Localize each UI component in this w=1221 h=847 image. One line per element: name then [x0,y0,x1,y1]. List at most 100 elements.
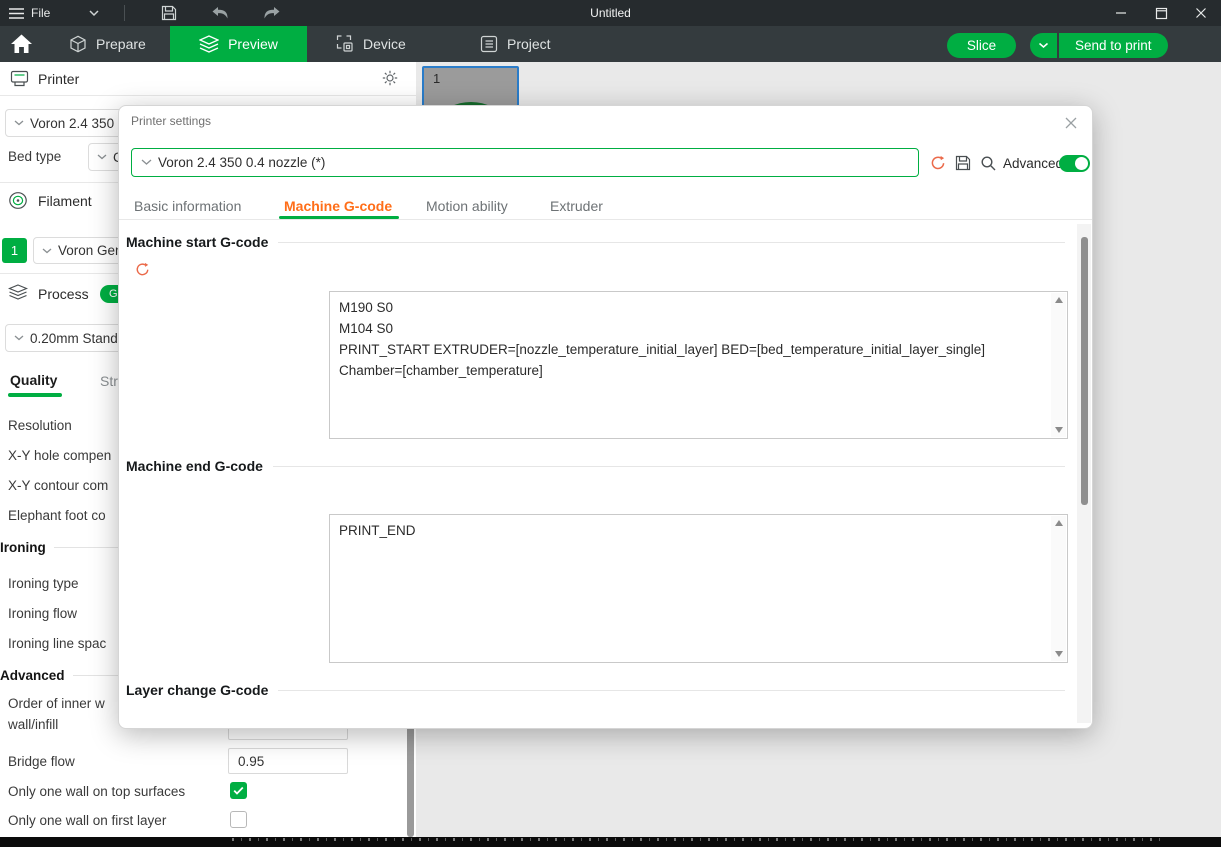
undo-icon[interactable] [199,4,241,22]
param-resolution[interactable]: Resolution [8,418,72,433]
dialog-title: Printer settings [131,114,211,128]
send-options-chevron-icon[interactable] [1030,33,1057,58]
only-one-wall-first-layer-checkbox[interactable] [230,811,247,828]
dialog-scrollbar-track[interactable] [1077,224,1091,723]
dialog-preset-dropdown[interactable]: Voron 2.4 350 0.4 nozzle (*) [131,148,919,177]
maximize-button[interactable] [1141,0,1181,26]
refresh-preset-icon[interactable] [930,155,946,171]
chevron-down-icon [14,120,24,126]
send-to-print-label: Send to print [1075,38,1152,53]
dialog-scrollbar-thumb[interactable] [1081,237,1088,505]
advanced-section-title: Advanced [0,668,65,683]
send-to-print-button[interactable]: Send to print [1059,33,1168,58]
param-xy-hole-compensation[interactable]: X-Y hole compen [8,448,111,463]
quality-tab-underline [8,393,62,397]
param-only-one-wall-first-layer-label: Only one wall on first layer [8,813,166,828]
machine-end-gcode-textarea[interactable]: PRINT_END [330,515,1051,662]
dialog-preset-value: Voron 2.4 350 0.4 nozzle (*) [158,155,325,170]
list-icon [480,35,498,53]
chevron-down-icon [141,159,152,166]
printer-section-title: Printer [38,71,79,87]
dialog-tab-motion-ability[interactable]: Motion ability [426,198,508,214]
navbar: Prepare Preview Device Project Slice [0,26,1221,62]
dialog-tab-basic-information[interactable]: Basic information [134,198,241,214]
param-xy-contour-compensation[interactable]: X-Y contour com [8,478,108,493]
machine-end-gcode-title: Machine end G-code [126,458,263,474]
tab-device[interactable]: Device [322,26,420,62]
section-rule [278,690,1065,691]
section-rule [278,242,1065,243]
scroll-up-icon[interactable] [1055,297,1063,303]
minimize-button[interactable] [1101,0,1141,26]
plate-number: 1 [433,71,440,86]
tab-prepare[interactable]: Prepare [55,26,160,62]
scroll-down-icon[interactable] [1055,427,1063,433]
advanced-toggle[interactable] [1059,155,1090,172]
filament-section-title: Filament [38,193,92,209]
machine-end-gcode-field: PRINT_END [329,514,1068,663]
file-menu-label: File [31,6,50,20]
save-icon[interactable] [149,3,189,23]
param-bridge-flow-label: Bridge flow [8,754,75,769]
redo-icon[interactable] [251,4,293,22]
slice-button-label: Slice [967,38,996,53]
window-controls [1101,0,1221,26]
process-preset-value: 0.20mm Stand [30,331,118,346]
cube-icon [69,35,87,53]
param-ironing-line-spacing[interactable]: Ironing line spac [8,636,106,651]
only-one-wall-top-checkbox[interactable] [230,782,247,799]
tabs-separator [119,219,1092,220]
tab-quality[interactable]: Quality [10,372,57,388]
param-elephant-foot-compensation[interactable]: Elephant foot co [8,508,106,523]
bridge-flow-input[interactable] [228,748,348,774]
gear-icon[interactable] [382,70,398,86]
tab-project[interactable]: Project [466,26,565,62]
tab-preview-label: Preview [228,36,278,52]
filament-slot-badge[interactable]: 1 [2,238,27,263]
bed-type-label: Bed type [8,149,61,164]
printer-icon [10,70,29,87]
ironing-section-title: Ironing [0,540,46,555]
textarea-scrollbar[interactable] [1051,293,1066,437]
chevron-down-icon [97,154,107,160]
textarea-scrollbar[interactable] [1051,516,1066,661]
file-menu-chevron-icon[interactable] [88,9,100,17]
send-to-print-group: Send to print [1030,33,1168,58]
machine-start-gcode-field: M190 S0 M104 S0 PRINT_START EXTRUDER=[no… [329,291,1068,439]
device-icon [336,35,354,53]
dialog-close-icon[interactable] [1062,114,1080,132]
close-button[interactable] [1181,0,1221,26]
search-icon[interactable] [980,155,997,172]
section-rule [273,466,1065,467]
dialog-tab-machine-gcode[interactable]: Machine G-code [284,198,392,214]
param-ironing-type[interactable]: Ironing type [8,576,79,591]
save-preset-icon[interactable] [955,155,971,171]
file-menu[interactable]: File [9,6,50,20]
scroll-up-icon[interactable] [1055,520,1063,526]
tab-device-label: Device [363,36,406,52]
process-layers-icon [8,284,28,301]
hamburger-icon [9,8,24,19]
slice-button[interactable]: Slice [947,33,1016,58]
home-icon[interactable] [10,34,33,54]
param-ironing-flow[interactable]: Ironing flow [8,606,77,621]
titlebar-divider [124,5,125,21]
chevron-down-icon [14,335,24,341]
reset-start-gcode-icon[interactable] [135,262,150,277]
machine-start-gcode-textarea[interactable]: M190 S0 M104 S0 PRINT_START EXTRUDER=[no… [330,292,1051,438]
clipped-legend-text [232,838,1161,841]
titlebar-left: File [0,3,293,23]
tab-project-label: Project [507,36,551,52]
dialog-tab-extruder[interactable]: Extruder [550,198,603,214]
scroll-down-icon[interactable] [1055,651,1063,657]
chevron-down-icon [42,248,52,254]
machine-start-gcode-title: Machine start G-code [126,234,268,250]
tab-preview[interactable]: Preview [170,26,307,62]
filament-slot-number: 1 [11,243,18,258]
layers-icon [199,35,219,53]
param-order-of-inner-wall-line2[interactable]: wall/infill [8,717,58,732]
toggle-knob [1075,157,1088,170]
printer-settings-dialog: Printer settings Voron 2.4 350 0.4 nozzl… [118,105,1093,729]
filament-spool-icon [8,191,28,210]
param-order-of-inner-wall-line1[interactable]: Order of inner w [8,696,105,711]
